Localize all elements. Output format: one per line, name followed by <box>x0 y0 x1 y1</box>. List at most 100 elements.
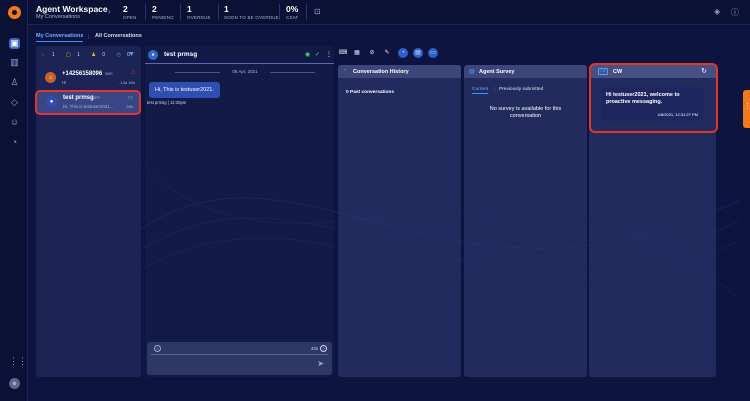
history-tool-icon[interactable]: ◔ <box>398 48 408 58</box>
group-count: 0 <box>102 52 105 58</box>
app-title: Agent Workspace <box>36 4 108 14</box>
top-header: Agent Workspace My Conversations › 2 OPE… <box>28 0 750 25</box>
online-status-icon: ◉ <box>305 52 311 58</box>
layers-icon[interactable]: ◈ <box>714 7 720 16</box>
contact-name: +14256158096 <box>62 71 103 77</box>
chat-filter[interactable]: ▢ 1 <box>66 52 85 58</box>
stat-csat-value: 0% <box>286 4 299 14</box>
filter-counts: ♨ 1 ▢ 1 ♟ 0 ◷ 0 <box>41 52 140 58</box>
fire-filter[interactable]: ♨ 1 <box>41 52 60 58</box>
stat-open-label: OPEN <box>123 15 137 20</box>
stat-soon-overdue-value: 1 <box>224 4 229 14</box>
stat-pending[interactable]: 2 PENDING <box>152 4 174 20</box>
panel-title: Conversation History <box>353 69 409 75</box>
dashboard-nav-icon[interactable]: ◔ <box>9 137 20 148</box>
chat-panel: ● test prmsg ◉ ✓ ⋮ 08 Apr, 2021 Hi, This… <box>145 46 334 377</box>
survey-icon: ▤ <box>469 69 475 75</box>
past-conversations-count: 0 Past conversations <box>346 90 394 95</box>
stat-overdue[interactable]: 1 OVERDUE <box>187 4 211 20</box>
time-ago: -13d 16h <box>119 80 135 85</box>
divider <box>218 4 219 20</box>
divider <box>151 354 328 355</box>
reports-nav-icon[interactable]: ▥ <box>9 57 20 68</box>
cw-tool-icon[interactable]: ▭ <box>428 48 438 58</box>
more-menu-icon[interactable]: ⋮ <box>326 51 332 58</box>
channel-badge: SMS <box>105 72 113 76</box>
stat-pending-label: PENDING <box>152 15 174 20</box>
tab-separator: | <box>494 87 496 92</box>
channel-badge: APP <box>93 96 101 100</box>
emoji-icon[interactable]: ☺ <box>154 345 161 352</box>
stat-overdue-label: OVERDUE <box>187 15 211 20</box>
char-count: 43s <box>310 346 318 351</box>
contact-avatar-icon: ● <box>148 50 158 60</box>
highlight-outline <box>589 63 718 133</box>
date-separator: 08 Apr, 2021 <box>175 69 315 74</box>
chat-header: ● test prmsg ◉ ✓ ⋮ <box>145 46 334 64</box>
divider <box>145 4 146 20</box>
app-subtitle: My Conversations <box>36 14 81 20</box>
send-icon[interactable]: ➤ <box>317 359 324 368</box>
keyboard-icon[interactable]: ⌨ <box>338 48 348 58</box>
message-preview: Hi <box>62 80 67 85</box>
chat-contact-name: test prmsg <box>164 51 198 58</box>
survey-tool-icon[interactable]: ▤ <box>413 48 423 58</box>
help-icon[interactable]: ? <box>320 345 327 352</box>
apps-grid-icon[interactable]: ⋮⋮ <box>9 356 27 367</box>
bell-icon: ♫ <box>130 70 136 76</box>
house-avatar-icon: ⌂ <box>45 72 56 83</box>
tab-my-conversations[interactable]: My Conversations <box>36 33 84 42</box>
stat-open[interactable]: 2 OPEN <box>123 4 137 20</box>
filter-icon[interactable]: ▼ <box>128 51 135 58</box>
grid-icon[interactable]: ▦ <box>352 48 362 58</box>
conversations-nav-icon[interactable]: ▣ <box>9 38 20 49</box>
list-item[interactable]: ⌂ +14256158096 SMS Hi ♫ -13d 16h <box>36 67 141 91</box>
panel-header: ▤ Agent Survey <box>464 65 587 78</box>
divider <box>306 4 307 20</box>
message-preview: Hi, This is testuser2021... <box>63 104 114 109</box>
block-icon[interactable]: ⊘ <box>367 48 377 58</box>
stat-pending-value: 2 <box>152 4 157 14</box>
panel-header: ◔ Conversation History <box>338 65 461 78</box>
fire-count: 1 <box>51 52 55 58</box>
divider <box>279 4 280 20</box>
stat-csat-label: CSAT <box>286 15 299 20</box>
check-circle-icon[interactable]: ✓ <box>315 51 320 58</box>
tab-current[interactable]: Current <box>472 87 488 94</box>
agent-survey-panel: ▤ Agent Survey Current | Previously subm… <box>464 65 587 377</box>
time-ago: 59s <box>126 104 133 109</box>
tab-previously-submitted[interactable]: Previously submitted <box>499 87 543 92</box>
expand-icon[interactable]: ⊡ <box>314 7 321 16</box>
group-filter[interactable]: ♟ 0 <box>91 52 110 58</box>
stat-open-value: 2 <box>123 4 128 14</box>
panel-title: Agent Survey <box>479 69 515 75</box>
message-composer[interactable]: ☺ 43s ? ➤ <box>147 342 332 375</box>
stat-csat[interactable]: 0% CSAT <box>286 4 298 20</box>
app-logo[interactable] <box>8 6 21 19</box>
contact-name: test prmsg <box>63 95 94 101</box>
chevron-right-icon: › <box>108 7 111 16</box>
side-drawer-handle[interactable] <box>743 90 750 128</box>
user-avatar-icon[interactable]: ● <box>9 378 20 389</box>
stat-soon-overdue[interactable]: 1 SOON TO BE OVERDUE <box>224 4 279 20</box>
conversation-history-panel: ◔ Conversation History 0 Past conversati… <box>338 65 461 377</box>
help-icon[interactable]: ⓘ <box>731 7 739 18</box>
chat-status-icon: ▭ <box>127 95 133 101</box>
message-meta: test prmsg | 12:30pm <box>147 100 187 105</box>
stat-overdue-value: 1 <box>187 4 192 14</box>
tab-separator: | <box>88 34 90 40</box>
message-bubble: Hi, This is testuser2021. <box>149 82 220 98</box>
tab-all-conversations[interactable]: All Conversations <box>95 33 142 39</box>
empty-survey-message: No survey is available for this conversa… <box>489 106 562 119</box>
chat-count: 1 <box>77 52 80 58</box>
tag-nav-icon[interactable]: ◇ <box>9 97 20 108</box>
history-icon: ◔ <box>343 68 347 74</box>
left-nav-rail: ▣ ▥ ♙ ◇ ☺ ◔ ⋮⋮ ● <box>0 0 28 401</box>
edit-icon[interactable]: ✎ <box>382 48 392 58</box>
smiley-nav-icon[interactable]: ☺ <box>9 117 20 128</box>
app-avatar-icon: ● <box>46 96 57 107</box>
list-item-selected[interactable]: ● test prmsg APP Hi, This is testuser202… <box>35 90 141 115</box>
stat-soon-overdue-label: SOON TO BE OVERDUE <box>224 15 279 20</box>
agent-nav-icon[interactable]: ♙ <box>9 77 20 88</box>
conversation-list-panel: ♨ 1 ▢ 1 ♟ 0 ◷ 0 ▼ ⌂ +14256158096 SMS Hi … <box>35 46 141 377</box>
